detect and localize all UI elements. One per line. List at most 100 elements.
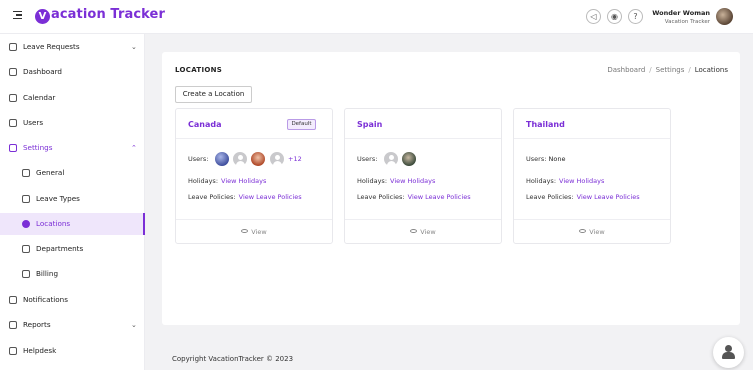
leave-policies-row: Leave Policies: View Leave Policies [357, 193, 471, 201]
menu-toggle-icon[interactable] [13, 11, 22, 20]
view-holidays-link[interactable]: View Holidays [221, 177, 266, 185]
page-title: LOCATIONS [175, 66, 223, 74]
sidebar-item-label: Calendar [23, 93, 56, 102]
view-holidays-link[interactable]: View Holidays [390, 177, 435, 185]
question-icon [9, 347, 17, 355]
sidebar-item-general[interactable]: General [0, 162, 145, 184]
dashboard-icon [9, 68, 17, 76]
holidays-label: Holidays: [526, 177, 557, 185]
sidebar-item-locations[interactable]: Locations [0, 213, 145, 235]
view-holidays-link[interactable]: View Holidays [559, 177, 604, 185]
leave-policies-label: Leave Policies: [188, 193, 236, 201]
sidebar-item-leave-requests[interactable]: Leave Requests ⌄ [0, 36, 145, 58]
footer-copyright: Copyright VacationTracker © 2023 [172, 355, 294, 363]
avatar[interactable] [232, 151, 248, 167]
view-label: View [420, 228, 436, 236]
sidebar-item-label: Settings [23, 143, 53, 152]
sidebar-item-label: Reports [23, 320, 51, 329]
view-label: View [251, 228, 267, 236]
sidebar-item-calendar[interactable]: Calendar [0, 87, 145, 109]
avatar[interactable] [214, 151, 230, 167]
app-logo-text: acation Tracker [51, 7, 165, 22]
sidebar-item-users[interactable]: Users [0, 112, 145, 134]
building-icon [22, 245, 30, 253]
sidebar-item-label: Helpdesk [23, 346, 57, 355]
lightbulb-icon[interactable]: ◉ [607, 9, 622, 24]
megaphone-icon[interactable]: ◁ [586, 9, 601, 24]
support-agent-icon-body [722, 352, 735, 359]
breadcrumb-dashboard[interactable]: Dashboard [607, 66, 645, 74]
breadcrumb: Dashboard / Settings / Locations [607, 66, 728, 74]
leave-policies-label: Leave Policies: [526, 193, 574, 201]
view-button[interactable]: View [514, 219, 670, 243]
avatar[interactable] [383, 151, 399, 167]
view-leave-policies-link[interactable]: View Leave Policies [577, 193, 640, 201]
locations-panel: LOCATIONS Dashboard / Settings / Locations C… [162, 52, 740, 325]
breadcrumb-settings[interactable]: Settings [656, 66, 685, 74]
avatar[interactable] [401, 151, 417, 167]
sidebar-item-notifications[interactable]: Notifications [0, 289, 145, 311]
chevron-up-icon: ⌃ [131, 144, 137, 152]
sidebar-item-settings[interactable]: Settings ⌃ [0, 137, 145, 159]
users-row: Users: [357, 155, 377, 163]
user-name[interactable]: Wonder Woman [652, 9, 710, 17]
location-name[interactable]: Spain [357, 120, 382, 129]
users-row: Users: None [526, 155, 565, 163]
location-name[interactable]: Canada [188, 120, 222, 129]
users-label: Users: [188, 155, 209, 163]
view-button[interactable]: View [176, 219, 332, 243]
default-badge: Default [287, 119, 316, 130]
chevron-down-icon: ⌄ [131, 321, 137, 329]
help-icon[interactable]: ? [628, 9, 643, 24]
location-card: Spain Users: Holidays: View Holidays Leav… [344, 108, 502, 244]
card-header: Thailand [514, 109, 670, 139]
bell-icon [9, 296, 17, 304]
avatar[interactable] [269, 151, 285, 167]
holidays-row: Holidays: View Holidays [357, 177, 435, 185]
document-icon [22, 169, 30, 177]
dollar-icon [22, 270, 30, 278]
sidebar-item-leave-types[interactable]: Leave Types [0, 188, 145, 210]
location-card: Thailand Users: None Holidays: View Holid… [513, 108, 671, 244]
users-row: Users: [188, 155, 208, 163]
card-header: Spain [345, 109, 501, 139]
sidebar-item-label: Notifications [23, 295, 68, 304]
sidebar-item-label: Leave Types [36, 194, 80, 203]
view-button[interactable]: View [345, 219, 501, 243]
users-label: Users: [357, 155, 378, 163]
eye-icon [241, 229, 249, 233]
eye-icon [410, 229, 418, 233]
sidebar-item-reports[interactable]: Reports ⌄ [0, 314, 145, 336]
eye-icon [579, 229, 587, 233]
sidebar-item-label: Leave Requests [23, 42, 80, 51]
location-pin-icon [22, 220, 30, 228]
sidebar-item-dashboard[interactable]: Dashboard [0, 61, 145, 83]
more-users-count[interactable]: +12 [288, 155, 302, 163]
breadcrumb-current: Locations [694, 66, 728, 74]
create-location-button[interactable]: Create a Location [175, 86, 252, 103]
user-company: Vacation Tracker [664, 19, 710, 25]
location-name[interactable]: Thailand [526, 120, 565, 129]
support-agent-icon [725, 345, 732, 352]
sidebar-item-departments[interactable]: Departments [0, 238, 145, 260]
logo-icon: V [35, 9, 50, 24]
user-avatars: +12 [214, 151, 334, 168]
view-leave-policies-link[interactable]: View Leave Policies [239, 193, 302, 201]
holidays-label: Holidays: [357, 177, 388, 185]
avatar[interactable] [716, 8, 733, 25]
sidebar-item-helpdesk[interactable]: Helpdesk [0, 340, 145, 362]
leave-policies-label: Leave Policies: [357, 193, 405, 201]
support-chat-button[interactable] [713, 337, 744, 368]
sidebar-item-billing[interactable]: Billing [0, 263, 145, 285]
avatar[interactable] [250, 151, 266, 167]
top-header: V acation Tracker ◁ ◉ ? Wonder Woman Vac… [0, 0, 753, 34]
chevron-down-icon: ⌄ [131, 43, 137, 51]
sidebar-item-label: Departments [36, 244, 84, 253]
report-icon [9, 321, 17, 329]
holidays-row: Holidays: View Holidays [188, 177, 266, 185]
sidebar-item-label: Billing [36, 269, 59, 278]
sidebar-item-label: General [36, 168, 65, 177]
users-value: None [548, 155, 566, 163]
view-leave-policies-link[interactable]: View Leave Policies [408, 193, 471, 201]
card-header: Canada Default [176, 109, 332, 139]
